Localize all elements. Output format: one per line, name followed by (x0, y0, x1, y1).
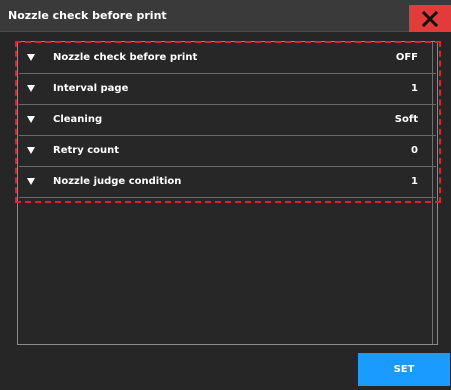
title-bar: Nozzle check before print (0, 0, 451, 32)
dialog-window: Nozzle check before print Nozzle check b… (0, 0, 451, 390)
settings-list: Nozzle check before print OFF Interval p… (19, 43, 436, 198)
setting-label: Nozzle check before print (53, 52, 198, 63)
dialog-title: Nozzle check before print (8, 9, 167, 22)
triangle-down-icon (27, 116, 35, 123)
setting-value: 1 (411, 83, 418, 94)
setting-label: Cleaning (53, 114, 103, 125)
setting-label: Retry count (53, 145, 120, 156)
setting-row-nozzle-judge-condition[interactable]: Nozzle judge condition 1 (19, 167, 436, 198)
setting-value: 0 (411, 145, 418, 156)
close-button[interactable] (409, 5, 451, 32)
setting-row-cleaning[interactable]: Cleaning Soft (19, 105, 436, 136)
triangle-down-icon (27, 178, 35, 185)
triangle-down-icon (27, 85, 35, 92)
setting-value: OFF (395, 52, 418, 63)
triangle-down-icon (27, 54, 35, 61)
setting-row-retry-count[interactable]: Retry count 0 (19, 136, 436, 167)
triangle-down-icon (27, 147, 35, 154)
setting-value: Soft (394, 114, 418, 125)
set-button[interactable]: SET (358, 353, 450, 386)
setting-row-nozzle-check[interactable]: Nozzle check before print OFF (19, 43, 436, 74)
close-x-icon (422, 10, 438, 27)
setting-label: Interval page (53, 83, 129, 94)
setting-value: 1 (411, 176, 418, 187)
setting-label: Nozzle judge condition (53, 176, 182, 187)
setting-row-interval-page[interactable]: Interval page 1 (19, 74, 436, 105)
